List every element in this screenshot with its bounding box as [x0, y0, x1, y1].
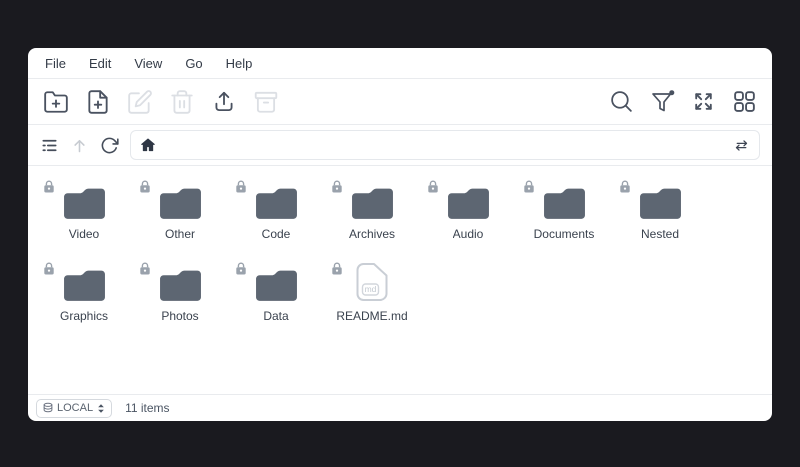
upload-icon [211, 89, 237, 115]
file-label: Archives [349, 227, 395, 241]
file-label: Video [69, 227, 99, 241]
file-item[interactable]: Code [228, 177, 324, 259]
refresh-icon [100, 136, 119, 155]
path-field[interactable] [130, 130, 760, 160]
file-label: Code [262, 227, 291, 241]
grid-view-icon [732, 89, 757, 114]
new-file-icon [85, 89, 111, 115]
file-label: Documents [534, 227, 595, 241]
filter-button[interactable] [650, 89, 675, 114]
up-icon [70, 136, 89, 155]
search-icon [609, 89, 634, 114]
archive-button [253, 89, 279, 115]
lock-icon [523, 180, 535, 194]
menu-item-view[interactable]: View [134, 56, 162, 71]
file-label: Nested [641, 227, 679, 241]
new-folder-icon [43, 89, 69, 115]
grid-view-button[interactable] [732, 89, 757, 114]
delete-icon [169, 89, 195, 115]
lock-icon [43, 180, 55, 194]
tree-toggle-icon [40, 136, 59, 155]
home-button[interactable] [140, 137, 156, 153]
up-button [70, 136, 89, 155]
stepper-icon [96, 402, 106, 415]
status-bar: LOCAL 11 items [28, 394, 772, 421]
swap-view-button[interactable] [733, 137, 750, 154]
filter-badge-dot [669, 90, 674, 95]
rename-icon [127, 89, 153, 115]
lock-icon [235, 262, 247, 276]
file-item[interactable]: md README.md [324, 259, 420, 341]
folder-icon [638, 187, 683, 220]
rename-button [127, 89, 153, 115]
lock-icon [235, 180, 247, 194]
lock-icon [331, 262, 343, 276]
lock-icon [139, 180, 151, 194]
home-icon [140, 137, 156, 153]
folder-icon [158, 187, 203, 220]
lock-icon [43, 262, 55, 276]
upload-button[interactable] [211, 89, 237, 115]
menu-item-help[interactable]: Help [226, 56, 253, 71]
search-button[interactable] [609, 89, 634, 114]
folder-icon [254, 269, 299, 302]
lock-icon [427, 180, 439, 194]
menu-item-go[interactable]: Go [185, 56, 202, 71]
refresh-button[interactable] [100, 136, 119, 155]
path-input[interactable] [164, 138, 725, 153]
new-folder-button[interactable] [43, 89, 69, 115]
lock-icon [619, 180, 631, 194]
file-label: Other [165, 227, 195, 241]
menu-bar: File Edit View Go Help [28, 48, 772, 79]
archive-icon [253, 89, 279, 115]
toolbar [28, 79, 772, 125]
file-label: Graphics [60, 309, 108, 323]
file-grid: Video Other Code [28, 166, 772, 394]
md-file-icon: md [355, 262, 389, 302]
file-item[interactable]: Data [228, 259, 324, 341]
file-item[interactable]: Documents [516, 177, 612, 259]
file-item[interactable]: Photos [132, 259, 228, 341]
menu-item-file[interactable]: File [45, 56, 66, 71]
lock-icon [139, 262, 151, 276]
folder-icon [62, 187, 107, 220]
folder-icon [446, 187, 491, 220]
file-item[interactable]: Audio [420, 177, 516, 259]
folder-icon [350, 187, 395, 220]
file-label: Photos [161, 309, 198, 323]
lock-icon [331, 180, 343, 194]
fullscreen-button[interactable] [691, 89, 716, 114]
new-file-button[interactable] [85, 89, 111, 115]
folder-icon [158, 269, 203, 302]
volume-select[interactable]: LOCAL [36, 399, 112, 418]
file-label: Audio [453, 227, 484, 241]
svg-text:md: md [365, 284, 377, 294]
filter-icon [650, 89, 675, 114]
menu-item-edit[interactable]: Edit [89, 56, 111, 71]
fullscreen-icon [691, 89, 716, 114]
file-item[interactable]: Graphics [36, 259, 132, 341]
volume-label: LOCAL [57, 402, 93, 414]
items-count: 11 items [125, 401, 169, 415]
navigation-bar [28, 125, 772, 166]
folder-icon [62, 269, 107, 302]
file-manager-window: File Edit View Go Help [28, 48, 772, 421]
folder-icon [542, 187, 587, 220]
swap-icon [733, 137, 750, 154]
file-item[interactable]: Archives [324, 177, 420, 259]
folder-icon [254, 187, 299, 220]
file-item[interactable]: Video [36, 177, 132, 259]
file-item[interactable]: Nested [612, 177, 708, 259]
tree-toggle-button[interactable] [40, 136, 59, 155]
volume-icon [42, 402, 54, 414]
delete-button [169, 89, 195, 115]
file-item[interactable]: Other [132, 177, 228, 259]
file-label: README.md [336, 309, 407, 323]
file-label: Data [263, 309, 288, 323]
